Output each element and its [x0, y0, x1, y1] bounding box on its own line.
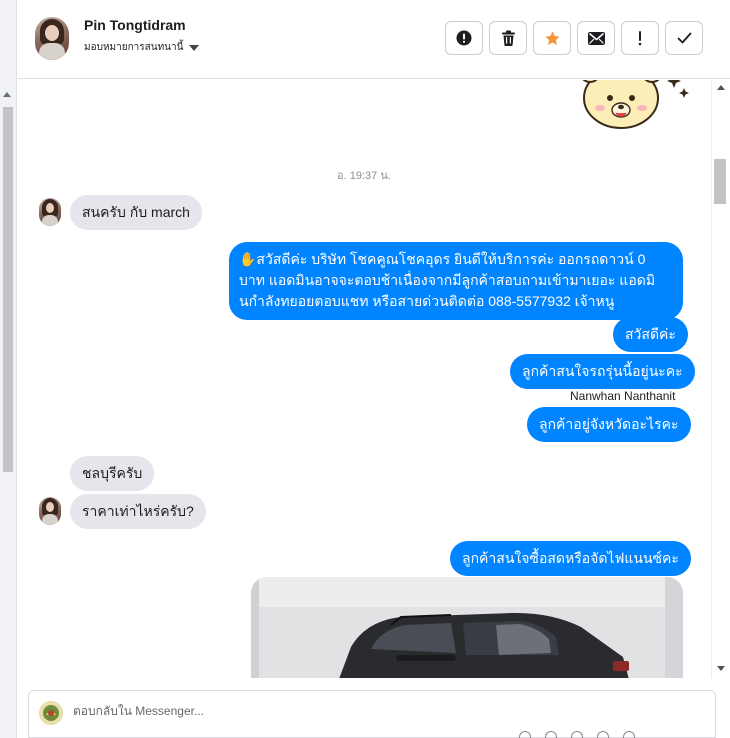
reply-composer[interactable]	[28, 690, 716, 738]
more-icon[interactable]	[623, 731, 635, 738]
message-thread[interactable]: อ. 19:37 น. สนครับ กับ march ✋สวัสดีค่ะ …	[18, 80, 710, 678]
reply-input[interactable]	[73, 704, 673, 718]
follow-up-button[interactable]	[621, 21, 659, 55]
image-icon[interactable]	[571, 731, 583, 738]
outgoing-message[interactable]: ลูกค้าสนใจรถรุ่นนี้อยู่นะคะ	[510, 354, 695, 389]
contact-name[interactable]: Pin Tongtidram	[84, 17, 186, 33]
assign-conversation-dropdown[interactable]: มอบหมายการสนทนานี้	[84, 40, 200, 55]
attachment-icon[interactable]	[519, 731, 531, 738]
message-timestamp: อ. 19:37 น.	[337, 170, 391, 182]
contact-avatar[interactable]	[35, 17, 69, 60]
composer-toolbar	[519, 731, 635, 738]
thread-scrollbar[interactable]	[711, 80, 730, 678]
saved-reply-icon[interactable]	[597, 731, 609, 738]
bear-sticker	[582, 80, 689, 129]
sender-avatar[interactable]	[39, 198, 61, 226]
check-icon	[677, 32, 691, 44]
mark-unread-button[interactable]	[577, 21, 615, 55]
alert-circle-icon	[456, 30, 472, 46]
scrollbar-thumb[interactable]	[714, 159, 726, 204]
left-panel-scrollbar[interactable]	[0, 0, 17, 738]
scroll-up-arrow-icon[interactable]	[717, 85, 725, 90]
assign-label: มอบหมายการสนทนานี้	[84, 42, 184, 53]
scrollbar-thumb[interactable]	[3, 107, 13, 472]
scroll-down-arrow-icon[interactable]	[717, 666, 725, 671]
page-logo-avatar	[39, 701, 63, 725]
trash-icon	[501, 30, 515, 46]
star-icon	[544, 30, 560, 45]
outgoing-message[interactable]: ลูกค้าสนใจซื้อสดหรือจัดไฟแนนซ์คะ	[450, 541, 691, 576]
incoming-message[interactable]: สนครับ กับ march	[70, 195, 202, 230]
conversation-header: Pin Tongtidram มอบหมายการสนทนานี้	[18, 0, 730, 79]
emoji-icon[interactable]	[545, 731, 557, 738]
header-actions	[445, 21, 703, 55]
sender-avatar[interactable]	[39, 497, 61, 525]
car-photo-attachment[interactable]	[251, 577, 683, 678]
incoming-message[interactable]: ชลบุรีครับ	[70, 456, 155, 491]
outgoing-message[interactable]: สวัสดีค่ะ	[613, 317, 688, 352]
sender-name-label: Nanwhan Nanthanit	[570, 389, 676, 403]
mark-done-button[interactable]	[665, 21, 703, 55]
star-button[interactable]	[533, 21, 571, 55]
caret-down-icon	[189, 44, 200, 51]
scroll-up-arrow-icon[interactable]	[3, 92, 11, 97]
delete-button[interactable]	[489, 21, 527, 55]
mark-spam-button[interactable]	[445, 21, 483, 55]
messenger-conversation-view: Pin Tongtidram มอบหมายการสนทนานี้ อ. 19:…	[0, 0, 730, 738]
outgoing-message[interactable]: ลูกค้าอยู่จังหวัดอะไรคะ	[527, 407, 691, 442]
envelope-icon	[587, 31, 605, 45]
car-image	[251, 577, 683, 678]
outgoing-message[interactable]: ✋สวัสดีค่ะ บริษัท โชคคูณโชคอุดร ยินดีให้…	[229, 242, 683, 320]
incoming-message[interactable]: ราคาเท่าไหร่ครับ?	[70, 494, 206, 529]
exclamation-icon	[638, 31, 642, 46]
